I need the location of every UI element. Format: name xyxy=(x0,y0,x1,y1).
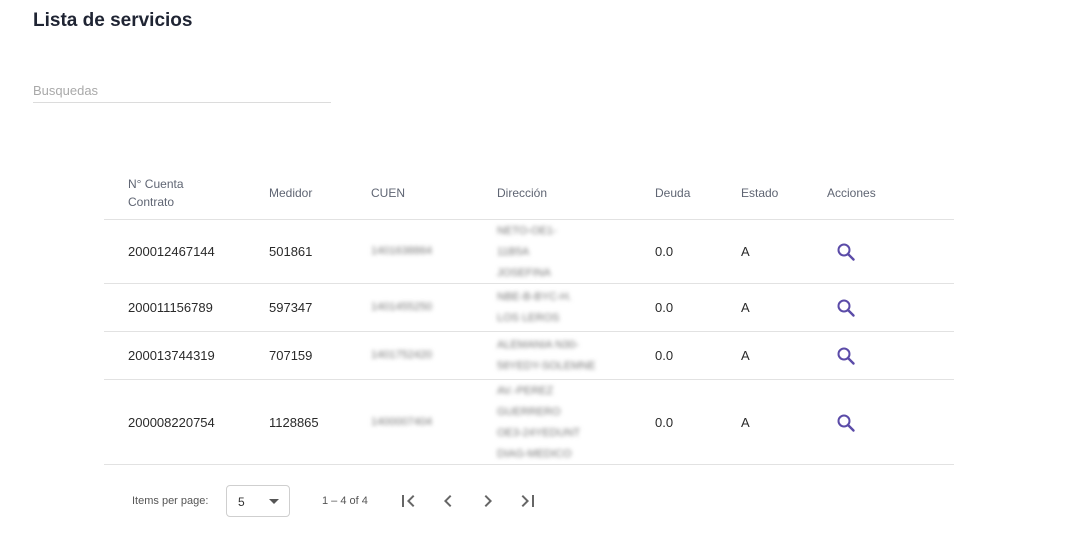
search-field xyxy=(33,79,331,103)
direccion-line: OE3-24YEDUNT xyxy=(497,427,581,439)
search-icon xyxy=(837,243,855,261)
services-table: N° Cuenta Contrato Medidor CUEN Direcció… xyxy=(104,165,954,465)
cell-estado: A xyxy=(741,348,750,363)
cell-medidor: 1128865 xyxy=(269,415,319,430)
view-detail-button[interactable] xyxy=(836,346,856,366)
cell-cuenta: 200008220754 xyxy=(128,415,215,430)
cell-direccion: AV.-PEREZ GUERRERO OE3-24YEDUNT DIAG-MEDICO xyxy=(497,381,627,465)
header-estado[interactable]: Estado xyxy=(741,184,778,202)
direccion-line: LOS LEROS xyxy=(497,312,560,324)
header-direccion[interactable]: Dirección xyxy=(497,184,627,202)
cell-direccion: NETO-OE1- 11B5A JOSEFINA xyxy=(497,221,627,284)
direccion-line: NBE-B-BYC-H. xyxy=(497,291,572,303)
cell-deuda: 0.0 xyxy=(655,244,674,259)
direccion-line: DIAG-MEDICO xyxy=(497,448,572,460)
header-cuen[interactable]: CUEN xyxy=(371,184,405,202)
view-detail-button[interactable] xyxy=(836,413,856,433)
cell-direccion: ALEMANIA N30- 58YEDY-SOLEMNE xyxy=(497,335,627,377)
direccion-line: 58YEDY-SOLEMNE xyxy=(497,360,596,372)
last-page-icon xyxy=(521,495,534,507)
direccion-line: GUERRERO xyxy=(497,406,561,418)
paginator: Items per page: 5 1 – 4 of 4 xyxy=(104,484,954,518)
direccion-line: JOSEFINA xyxy=(497,267,551,279)
search-icon xyxy=(837,347,855,365)
header-cuenta[interactable]: N° Cuenta Contrato xyxy=(128,175,208,211)
cell-deuda: 0.0 xyxy=(655,348,674,363)
cell-cuenta: 200012467144 xyxy=(128,244,215,259)
items-per-page-label: Items per page: xyxy=(132,495,209,507)
next-page-icon xyxy=(484,495,492,507)
view-detail-button[interactable] xyxy=(836,298,856,318)
cell-medidor: 707159 xyxy=(269,348,313,363)
view-detail-button[interactable] xyxy=(836,242,856,262)
table-row: 200012467144 501861 1401638864 NETO-OE1- 11B… xyxy=(104,220,954,284)
last-page-button[interactable] xyxy=(516,489,540,513)
cell-medidor: 501861 xyxy=(269,244,313,259)
page-size-value: 5 xyxy=(238,495,245,509)
cell-cuen: 1400007404 xyxy=(371,416,433,428)
cell-direccion: NBE-B-BYC-H. LOS LEROS xyxy=(497,287,627,329)
table-row: 200013744319 707159 1401752420 ALEMANIA N30… xyxy=(104,332,954,380)
table-row: 200008220754 1128865 1400007404 AV.-PEREZ GU… xyxy=(104,380,954,465)
previous-page-icon xyxy=(444,495,452,507)
cell-estado: A xyxy=(741,415,750,430)
cell-estado: A xyxy=(741,244,750,259)
direccion-line: NETO-OE1- xyxy=(497,225,557,237)
cell-cuenta: 200011156789 xyxy=(128,300,213,315)
cell-deuda: 0.0 xyxy=(655,300,674,315)
page-title: Lista de servicios xyxy=(33,10,193,31)
table-row: 200011156789 597347 1401455250 NBE-B-BYC-H.… xyxy=(104,284,954,332)
range-label: 1 – 4 of 4 xyxy=(322,495,368,507)
table-header: N° Cuenta Contrato Medidor CUEN Direcció… xyxy=(104,165,954,220)
search-input[interactable] xyxy=(33,79,331,101)
page-size-select[interactable]: 5 xyxy=(226,485,290,517)
search-icon xyxy=(837,414,855,432)
cell-cuen: 1401455250 xyxy=(371,301,433,313)
cell-deuda: 0.0 xyxy=(655,415,674,430)
header-acciones: Acciones xyxy=(827,186,876,200)
cell-cuen: 1401752420 xyxy=(371,349,433,361)
caret-down-icon xyxy=(269,499,279,504)
next-page-button[interactable] xyxy=(476,489,500,513)
header-deuda[interactable]: Deuda xyxy=(655,184,690,202)
cell-medidor: 597347 xyxy=(269,300,313,315)
previous-page-button[interactable] xyxy=(436,489,460,513)
cell-cuenta: 200013744319 xyxy=(128,348,215,363)
direccion-line: AV.-PEREZ xyxy=(497,385,554,397)
direccion-line: 11B5A xyxy=(497,246,530,258)
table-body: 200012467144 501861 1401638864 NETO-OE1- 11B… xyxy=(104,220,954,465)
first-page-icon xyxy=(402,495,415,507)
cell-cuen: 1401638864 xyxy=(371,245,433,257)
search-icon xyxy=(837,299,855,317)
first-page-button[interactable] xyxy=(396,489,420,513)
cell-estado: A xyxy=(741,300,750,315)
header-medidor[interactable]: Medidor xyxy=(269,184,312,202)
direccion-line: ALEMANIA N30- xyxy=(497,339,579,351)
